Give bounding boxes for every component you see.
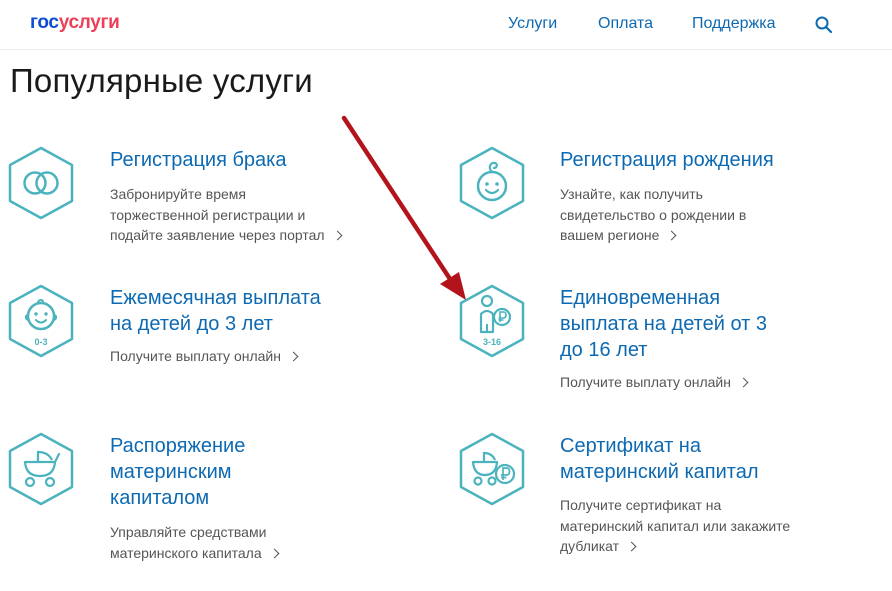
service-desc-maternity-capital[interactable]: Управляйте средствами материнского капит… xyxy=(110,522,280,563)
chevron-right-icon xyxy=(738,377,749,388)
baby-face-icon[interactable] xyxy=(459,146,525,220)
logo-text-gos: гос xyxy=(30,12,59,33)
stroller-ruble-icon[interactable] xyxy=(459,432,525,506)
nav-payment[interactable]: Оплата xyxy=(598,15,653,33)
service-desc-monthly-payment[interactable]: Получите выплату онлайн xyxy=(110,346,299,367)
title-line: до 16 лет xyxy=(560,339,648,361)
chevron-right-icon xyxy=(626,541,637,552)
service-title-marriage[interactable]: Регистрация брака xyxy=(110,147,286,173)
desc-line: вашем регионе xyxy=(560,227,660,243)
desc-line: свидетельство о рождении в xyxy=(560,206,747,223)
desc-line: материнского капитала xyxy=(110,544,262,561)
title-line: материнский капитал xyxy=(560,461,759,483)
service-desc-marriage[interactable]: Забронируйте время торжественной регистр… xyxy=(110,184,343,246)
desc-line: дубликат xyxy=(560,538,620,554)
chevron-right-icon xyxy=(269,548,280,558)
service-title-birth[interactable]: Регистрация рождения xyxy=(560,147,774,173)
service-title-monthly-payment[interactable]: Ежемесячная выплата на детей до 3 лет xyxy=(110,285,321,337)
chevron-right-icon xyxy=(666,230,677,241)
desc-line: подайте заявление через портал xyxy=(110,227,325,243)
desc-line: Узнайте, как получить xyxy=(560,186,703,202)
rings-icon[interactable] xyxy=(8,146,74,220)
title-line: Ежемесячная выплата xyxy=(110,287,321,309)
desc-line: Получите сертификат на xyxy=(560,497,722,513)
title-line: Единовременная xyxy=(560,287,721,309)
baby-0-3-icon[interactable]: 0-3 xyxy=(8,284,74,358)
child-ruble-3-16-icon[interactable]: 3-16 xyxy=(459,284,525,358)
desc-line: Управляйте средствами xyxy=(110,524,267,540)
title-line: выплата на детей от 3 xyxy=(560,313,767,335)
desc-line: материнский капитал или закажите xyxy=(560,517,791,534)
service-title-maternity-capital[interactable]: Распоряжение материнским капиталом xyxy=(110,433,245,511)
title-line: Сертификат на xyxy=(560,435,701,457)
service-desc-one-time-payment[interactable]: Получите выплату онлайн xyxy=(560,372,749,393)
nav-support[interactable]: Поддержка xyxy=(692,15,775,33)
icon-age-label: 3-16 xyxy=(483,337,501,347)
page-title: Популярные услуги xyxy=(10,62,313,99)
title-line: Распоряжение xyxy=(110,435,246,457)
service-title-capital-certificate[interactable]: Сертификат на материнский капитал xyxy=(560,433,759,485)
title-line: капиталом xyxy=(110,487,210,509)
desc-line: торжественной регистрации и xyxy=(110,206,306,223)
icon-age-label: 0-3 xyxy=(34,337,47,347)
search-icon[interactable] xyxy=(814,15,834,35)
desc-line: Забронируйте время xyxy=(110,186,246,202)
desc-line: Получите выплату онлайн xyxy=(110,348,281,364)
gosuslugi-logo[interactable]: госуслуги xyxy=(30,12,120,34)
service-title-one-time-payment[interactable]: Единовременная выплата на детей от 3 до … xyxy=(560,285,767,363)
chevron-right-icon xyxy=(332,230,343,241)
title-line: материнским xyxy=(110,461,232,483)
chevron-right-icon xyxy=(288,351,299,362)
service-desc-capital-certificate[interactable]: Получите сертификат на материнский капит… xyxy=(560,495,790,557)
nav-services[interactable]: Услуги xyxy=(508,15,557,33)
service-desc-birth[interactable]: Узнайте, как получить свидетельство о ро… xyxy=(560,184,746,246)
stroller-icon[interactable] xyxy=(8,432,74,506)
title-line: на детей до 3 лет xyxy=(110,313,273,335)
top-bar: госуслуги Услуги Оплата Поддержка xyxy=(0,0,892,50)
desc-line: Получите выплату онлайн xyxy=(560,374,731,390)
logo-text-uslugi: услуги xyxy=(58,12,120,33)
